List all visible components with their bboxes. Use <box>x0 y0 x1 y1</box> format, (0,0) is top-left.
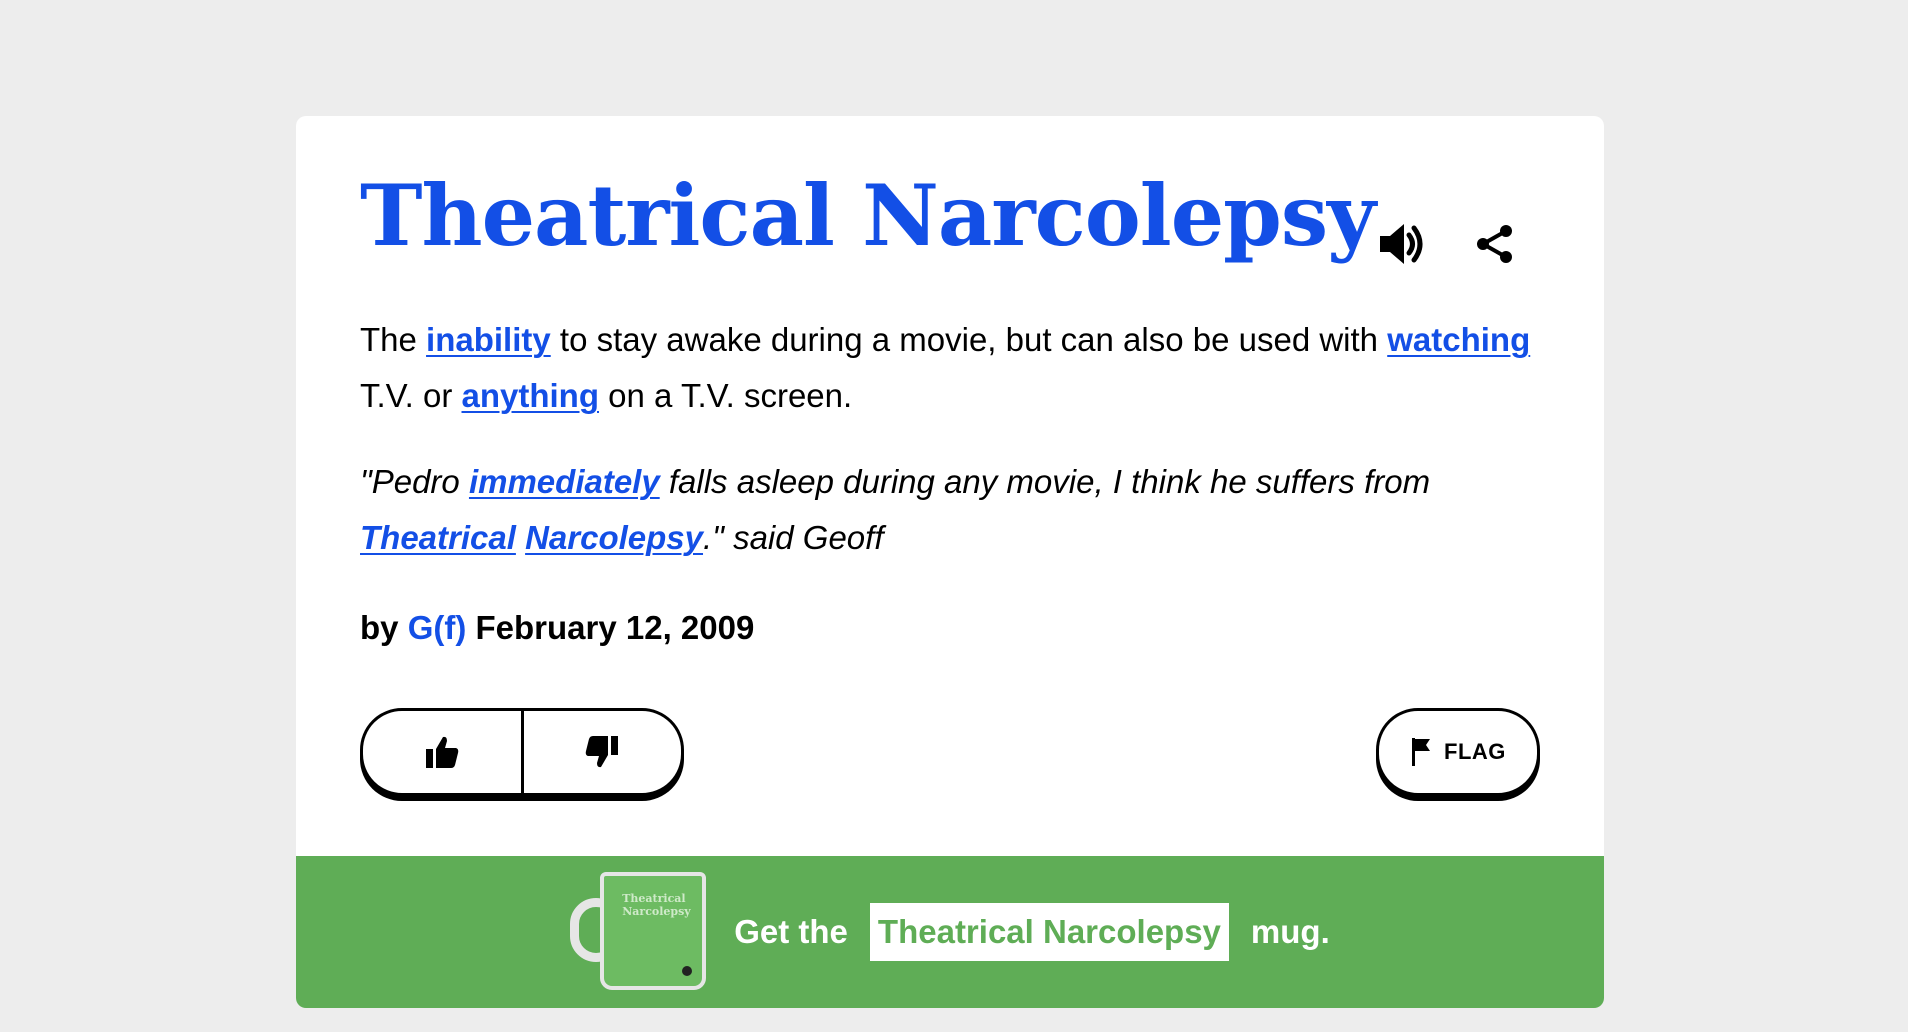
downvote-button[interactable] <box>524 711 682 793</box>
thumbs-down-icon <box>586 736 619 768</box>
word-title[interactable]: Theatrical Narcolepsy <box>360 166 1376 266</box>
example-link-immediately[interactable]: immediately <box>469 463 660 500</box>
entry-date: February 12, 2009 <box>466 609 755 646</box>
mug-image: Theatrical Narcolepsy <box>570 870 714 994</box>
definition-card: Theatrical Narcolepsy The inability to s… <box>296 116 1604 1008</box>
promo-prefix: Get the <box>734 913 848 950</box>
thumbs-up-icon <box>425 736 458 768</box>
meaning-text: T.V. or <box>360 377 462 414</box>
pronounce-button[interactable] <box>1375 216 1431 272</box>
example-link-narcolepsy[interactable]: Narcolepsy <box>525 519 703 556</box>
definition-example: "Pedro immediately falls asleep during a… <box>360 454 1540 566</box>
meaning-text: to stay awake during a movie, but can al… <box>550 321 1388 358</box>
author-link[interactable]: G(f) <box>408 609 467 646</box>
contributor-line: by G(f) February 12, 2009 <box>360 604 1540 652</box>
definition-body: Theatrical Narcolepsy The inability to s… <box>296 116 1604 906</box>
meaning-link-anything[interactable]: anything <box>462 377 600 414</box>
upvote-button[interactable] <box>363 711 521 793</box>
share-icon <box>1476 225 1512 263</box>
example-text: ." said Geoff <box>703 519 884 556</box>
word-actions <box>1375 216 1523 272</box>
example-text: falls asleep during any movie, I think h… <box>659 463 1431 500</box>
example-link-theatrical[interactable]: Theatrical <box>360 519 516 556</box>
promo-suffix: mug. <box>1250 913 1330 950</box>
mug-text: Theatrical Narcolepsy <box>622 892 691 918</box>
meaning-link-watching[interactable]: watching <box>1387 321 1530 358</box>
contributor-by: by <box>360 609 408 646</box>
speaker-icon <box>1379 224 1423 264</box>
meaning-link-inability[interactable]: inability <box>426 321 551 358</box>
example-text: "Pedro <box>360 463 469 500</box>
vote-controls <box>360 708 684 796</box>
example-text <box>516 519 525 556</box>
flag-label: FLAG <box>1444 739 1506 764</box>
title-row: Theatrical Narcolepsy <box>360 166 1540 276</box>
meaning-text: The <box>360 321 427 358</box>
share-button[interactable] <box>1467 216 1523 272</box>
flag-icon <box>1412 738 1431 766</box>
flag-button[interactable]: FLAG <box>1376 708 1540 796</box>
mug-promo[interactable]: Theatrical Narcolepsy Get the Theatrical… <box>296 856 1604 1008</box>
definition-meaning: The inability to stay awake during a mov… <box>360 312 1540 424</box>
promo-product-link[interactable]: Theatrical Narcolepsy <box>869 903 1229 961</box>
meaning-text: on a T.V. screen. <box>599 377 853 414</box>
